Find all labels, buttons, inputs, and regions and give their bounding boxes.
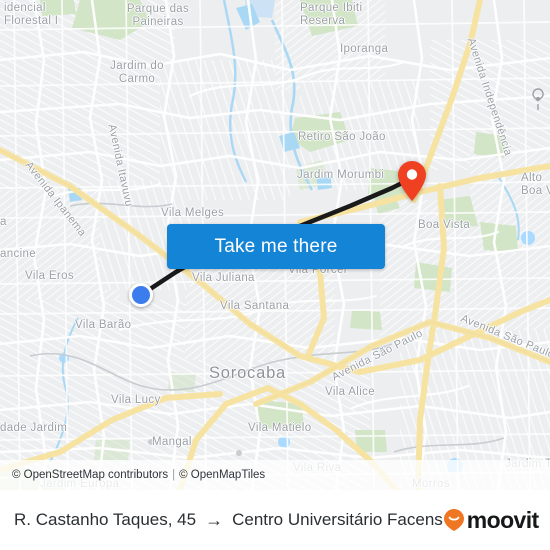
attribution-separator: | [172, 469, 176, 481]
moovit-route-card: idencial Florestal I Parque das Paineiras… [0, 0, 550, 550]
moovit-logo[interactable]: moovit [443, 507, 539, 534]
route-origin-label: R. Castanho Taques, 45 [14, 510, 197, 529]
map-canvas[interactable]: idencial Florestal I Parque das Paineiras… [0, 0, 550, 490]
arrow-right-icon: → [205, 510, 224, 530]
bottom-bar: R. Castanho Taques, 45 → Centro Universi… [0, 490, 550, 550]
route-destination-label: Centro Universitário Facens [232, 510, 443, 529]
route-summary: R. Castanho Taques, 45 → Centro Universi… [14, 510, 443, 530]
moovit-pin-icon [443, 509, 464, 531]
osm-attribution-link[interactable]: © OpenStreetMap contributors [12, 469, 168, 481]
map-attribution-bar: © OpenStreetMap contributors | © OpenMap… [0, 460, 550, 490]
openmaptiles-attribution-link[interactable]: © OpenMapTiles [179, 469, 265, 481]
moovit-wordmark: moovit [466, 506, 539, 533]
origin-dot-marker[interactable] [129, 283, 153, 307]
destination-pin-marker[interactable] [397, 160, 427, 202]
take-me-there-button[interactable]: Take me there [167, 224, 385, 269]
